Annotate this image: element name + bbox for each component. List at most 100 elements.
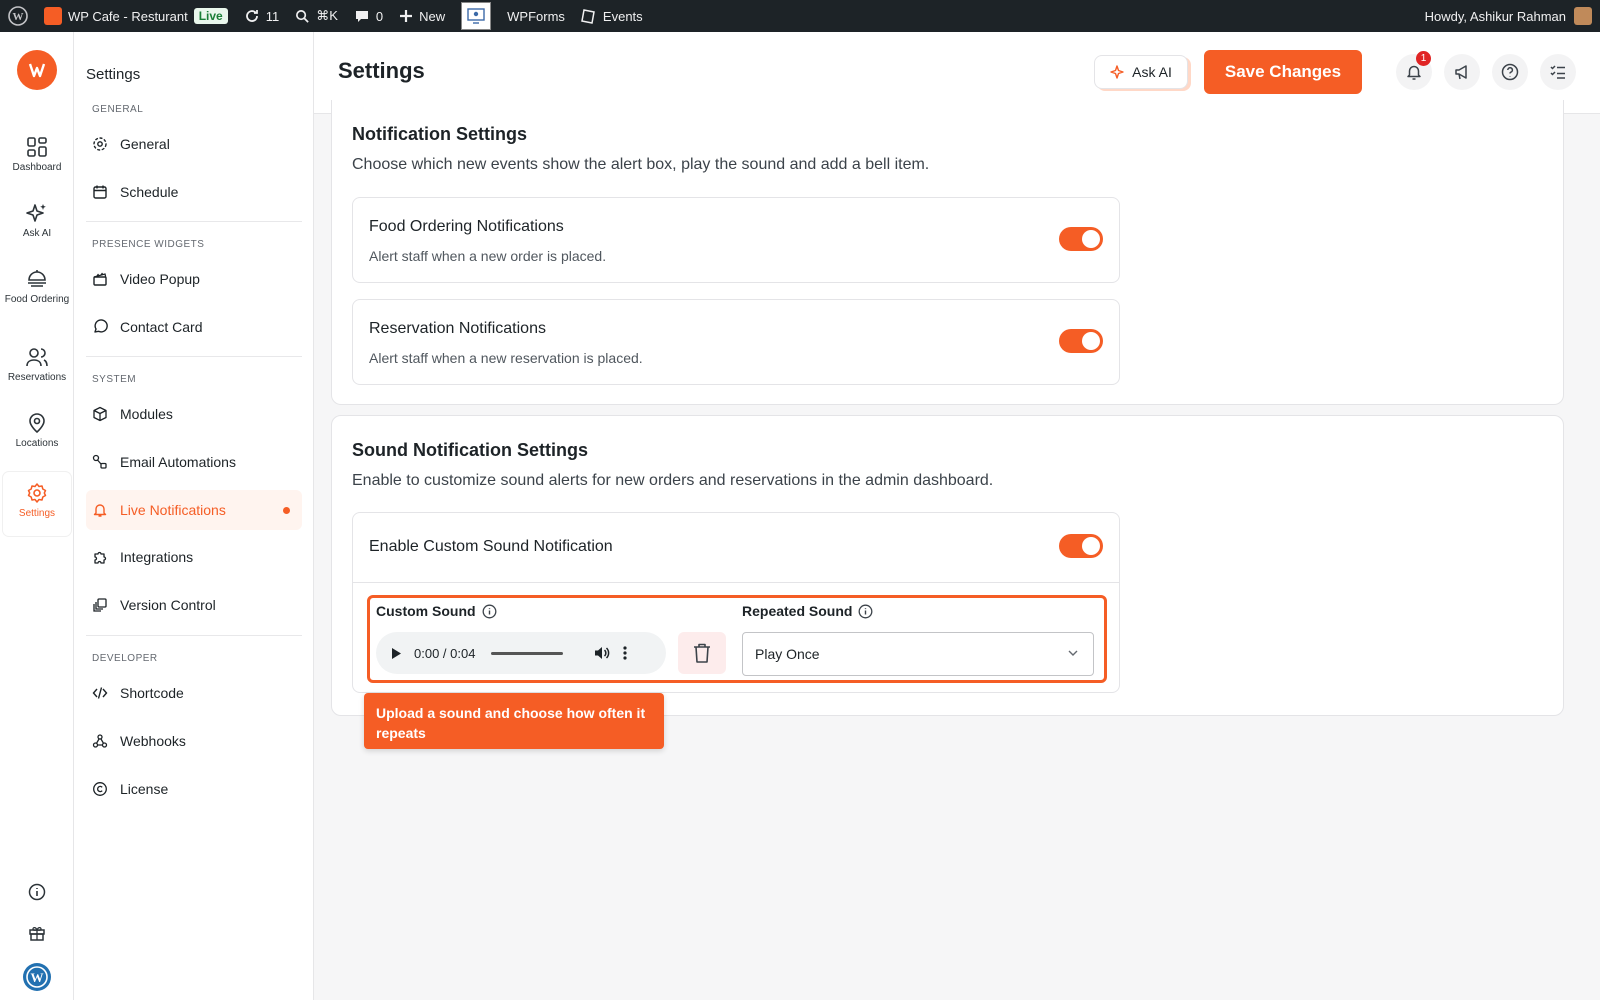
account-menu[interactable]: Howdy, Ashikur Rahman: [1425, 0, 1592, 32]
nav-item-general[interactable]: General: [86, 124, 302, 164]
page-title: Settings: [338, 58, 425, 83]
events-label: Events: [602, 8, 643, 24]
nav-item-label: General: [120, 136, 170, 152]
onboarding-tooltip: Upload a sound and choose how often it r…: [364, 693, 664, 749]
updates-link[interactable]: 11: [236, 0, 288, 32]
rail-item-locations[interactable]: Locations: [3, 412, 71, 450]
food-ordering-notifications-row: Food Ordering Notifications Alert staff …: [352, 197, 1120, 283]
new-content-link[interactable]: New: [391, 0, 453, 32]
nav-group-system: SYSTEM: [92, 374, 137, 385]
nav-item-label: Modules: [120, 406, 173, 422]
rail-item-label: Locations: [15, 438, 59, 449]
rail-item-ask-ai[interactable]: Ask AI: [3, 202, 71, 240]
volume-icon[interactable]: [593, 645, 611, 661]
puzzle-icon: [94, 551, 107, 564]
row-divider: [353, 582, 1119, 583]
code-icon: [92, 687, 108, 699]
nav-item-shortcode[interactable]: Shortcode: [86, 673, 302, 713]
nav-item-label: Contact Card: [120, 319, 203, 335]
events-link[interactable]: Events: [573, 0, 651, 32]
workflow-icon: [92, 454, 107, 469]
rail-item-label: Ask AI: [22, 228, 52, 239]
comments-link[interactable]: 0: [346, 0, 391, 32]
nav-group-developer: DEVELOPER: [92, 653, 158, 664]
active-dot: [283, 507, 290, 514]
notifications-button[interactable]: 1: [1396, 51, 1432, 90]
food-ordering-toggle[interactable]: [1059, 227, 1103, 251]
nav-item-email-automations[interactable]: Email Automations: [86, 442, 302, 482]
sparkle-icon: [1110, 65, 1124, 79]
settings-nav: Settings GENERAL General Schedule PRESEN…: [74, 32, 314, 1000]
nav-item-live-notifications[interactable]: Live Notifications: [86, 490, 302, 530]
nav-item-label: Live Notifications: [120, 502, 226, 518]
wordpress-circle-icon[interactable]: W: [22, 962, 52, 992]
gear-icon: [93, 137, 107, 151]
row-title: Enable Custom Sound Notification: [369, 538, 613, 555]
gift-icon[interactable]: [26, 922, 48, 944]
info-icon[interactable]: [858, 604, 873, 619]
rail-item-label: Reservations: [7, 372, 67, 383]
food-ordering-icon: [28, 270, 46, 287]
bell-icon: [1407, 65, 1421, 80]
save-changes-button[interactable]: Save Changes: [1204, 50, 1362, 94]
audio-progress-bar[interactable]: [491, 651, 564, 655]
rail-item-settings[interactable]: Settings: [3, 472, 71, 536]
delete-sound-button[interactable]: [678, 632, 726, 674]
nav-item-label: Version Control: [120, 597, 216, 613]
trash-icon: [694, 643, 710, 663]
custom-sound-toggle[interactable]: [1059, 534, 1103, 558]
ask-ai-button[interactable]: Ask AI: [1094, 55, 1188, 89]
location-icon: [29, 413, 45, 434]
avatar: [1574, 7, 1592, 25]
repeated-sound-label: Repeated Sound: [742, 603, 873, 619]
nav-item-integrations[interactable]: Integrations: [86, 537, 302, 577]
help-button[interactable]: [1492, 54, 1528, 90]
announcements-button[interactable]: [1444, 54, 1480, 90]
more-vertical-icon[interactable]: [623, 645, 628, 661]
row-description: Alert staff when a new order is placed.: [369, 248, 607, 264]
site-name-link[interactable]: WP Cafe - Resturant Live: [36, 0, 236, 32]
notification-settings-card: Notification Settings Choose which new e…: [331, 100, 1564, 405]
copyright-icon: [93, 782, 107, 796]
audio-player: 0:00 / 0:04: [376, 632, 666, 674]
calendar-icon: [93, 185, 107, 199]
search-shortcut-label: ⌘K: [316, 8, 338, 23]
row-title: Reservation Notifications: [369, 320, 546, 337]
sound-notification-settings-card: Sound Notification Settings Enable to cu…: [331, 415, 1564, 716]
nav-item-label: Video Popup: [120, 271, 200, 287]
wordpress-logo[interactable]: W: [0, 0, 36, 32]
cube-icon: [93, 406, 107, 422]
nav-item-schedule[interactable]: Schedule: [86, 172, 302, 212]
info-icon[interactable]: [482, 604, 497, 619]
nav-item-version-control[interactable]: Version Control: [86, 585, 302, 625]
rail-item-food-ordering[interactable]: Food Ordering: [3, 268, 71, 306]
plus-icon: [400, 10, 413, 22]
nav-divider: [86, 635, 302, 636]
question-icon: [1501, 63, 1519, 81]
repeated-sound-value: Play Once: [755, 646, 820, 662]
webhook-icon: [92, 734, 108, 748]
custom-sound-label: Custom Sound: [376, 603, 497, 619]
site-logo-icon: [44, 7, 62, 25]
howdy-text: Howdy, Ashikur Rahman: [1424, 8, 1566, 24]
nav-item-license[interactable]: License: [86, 769, 302, 809]
play-icon[interactable]: [390, 647, 402, 660]
nav-item-video-popup[interactable]: Video Popup: [86, 259, 302, 299]
chevron-down-icon: [1068, 650, 1078, 656]
info-icon[interactable]: [26, 881, 48, 903]
section-description: Enable to customize sound alerts for new…: [352, 472, 994, 489]
nav-item-contact-card[interactable]: Contact Card: [86, 307, 302, 347]
reservation-toggle[interactable]: [1059, 329, 1103, 353]
nav-item-webhooks[interactable]: Webhooks: [86, 721, 302, 761]
checklist-button[interactable]: [1540, 54, 1576, 90]
nav-item-modules[interactable]: Modules: [86, 394, 302, 434]
rail-item-dashboard[interactable]: Dashboard: [3, 136, 71, 174]
search-shortcut[interactable]: ⌘K: [287, 0, 346, 32]
wp-admin-bar: W WP Cafe - Resturant Live 11 ⌘K 0 New W…: [0, 0, 1600, 32]
wpcafe-logo-icon[interactable]: [17, 50, 57, 90]
monitor-link[interactable]: [453, 0, 499, 32]
bell-icon: [93, 504, 107, 517]
wpforms-link[interactable]: WPForms: [499, 0, 573, 32]
repeated-sound-select[interactable]: Play Once: [742, 632, 1094, 676]
rail-item-reservations[interactable]: Reservations: [3, 346, 71, 384]
